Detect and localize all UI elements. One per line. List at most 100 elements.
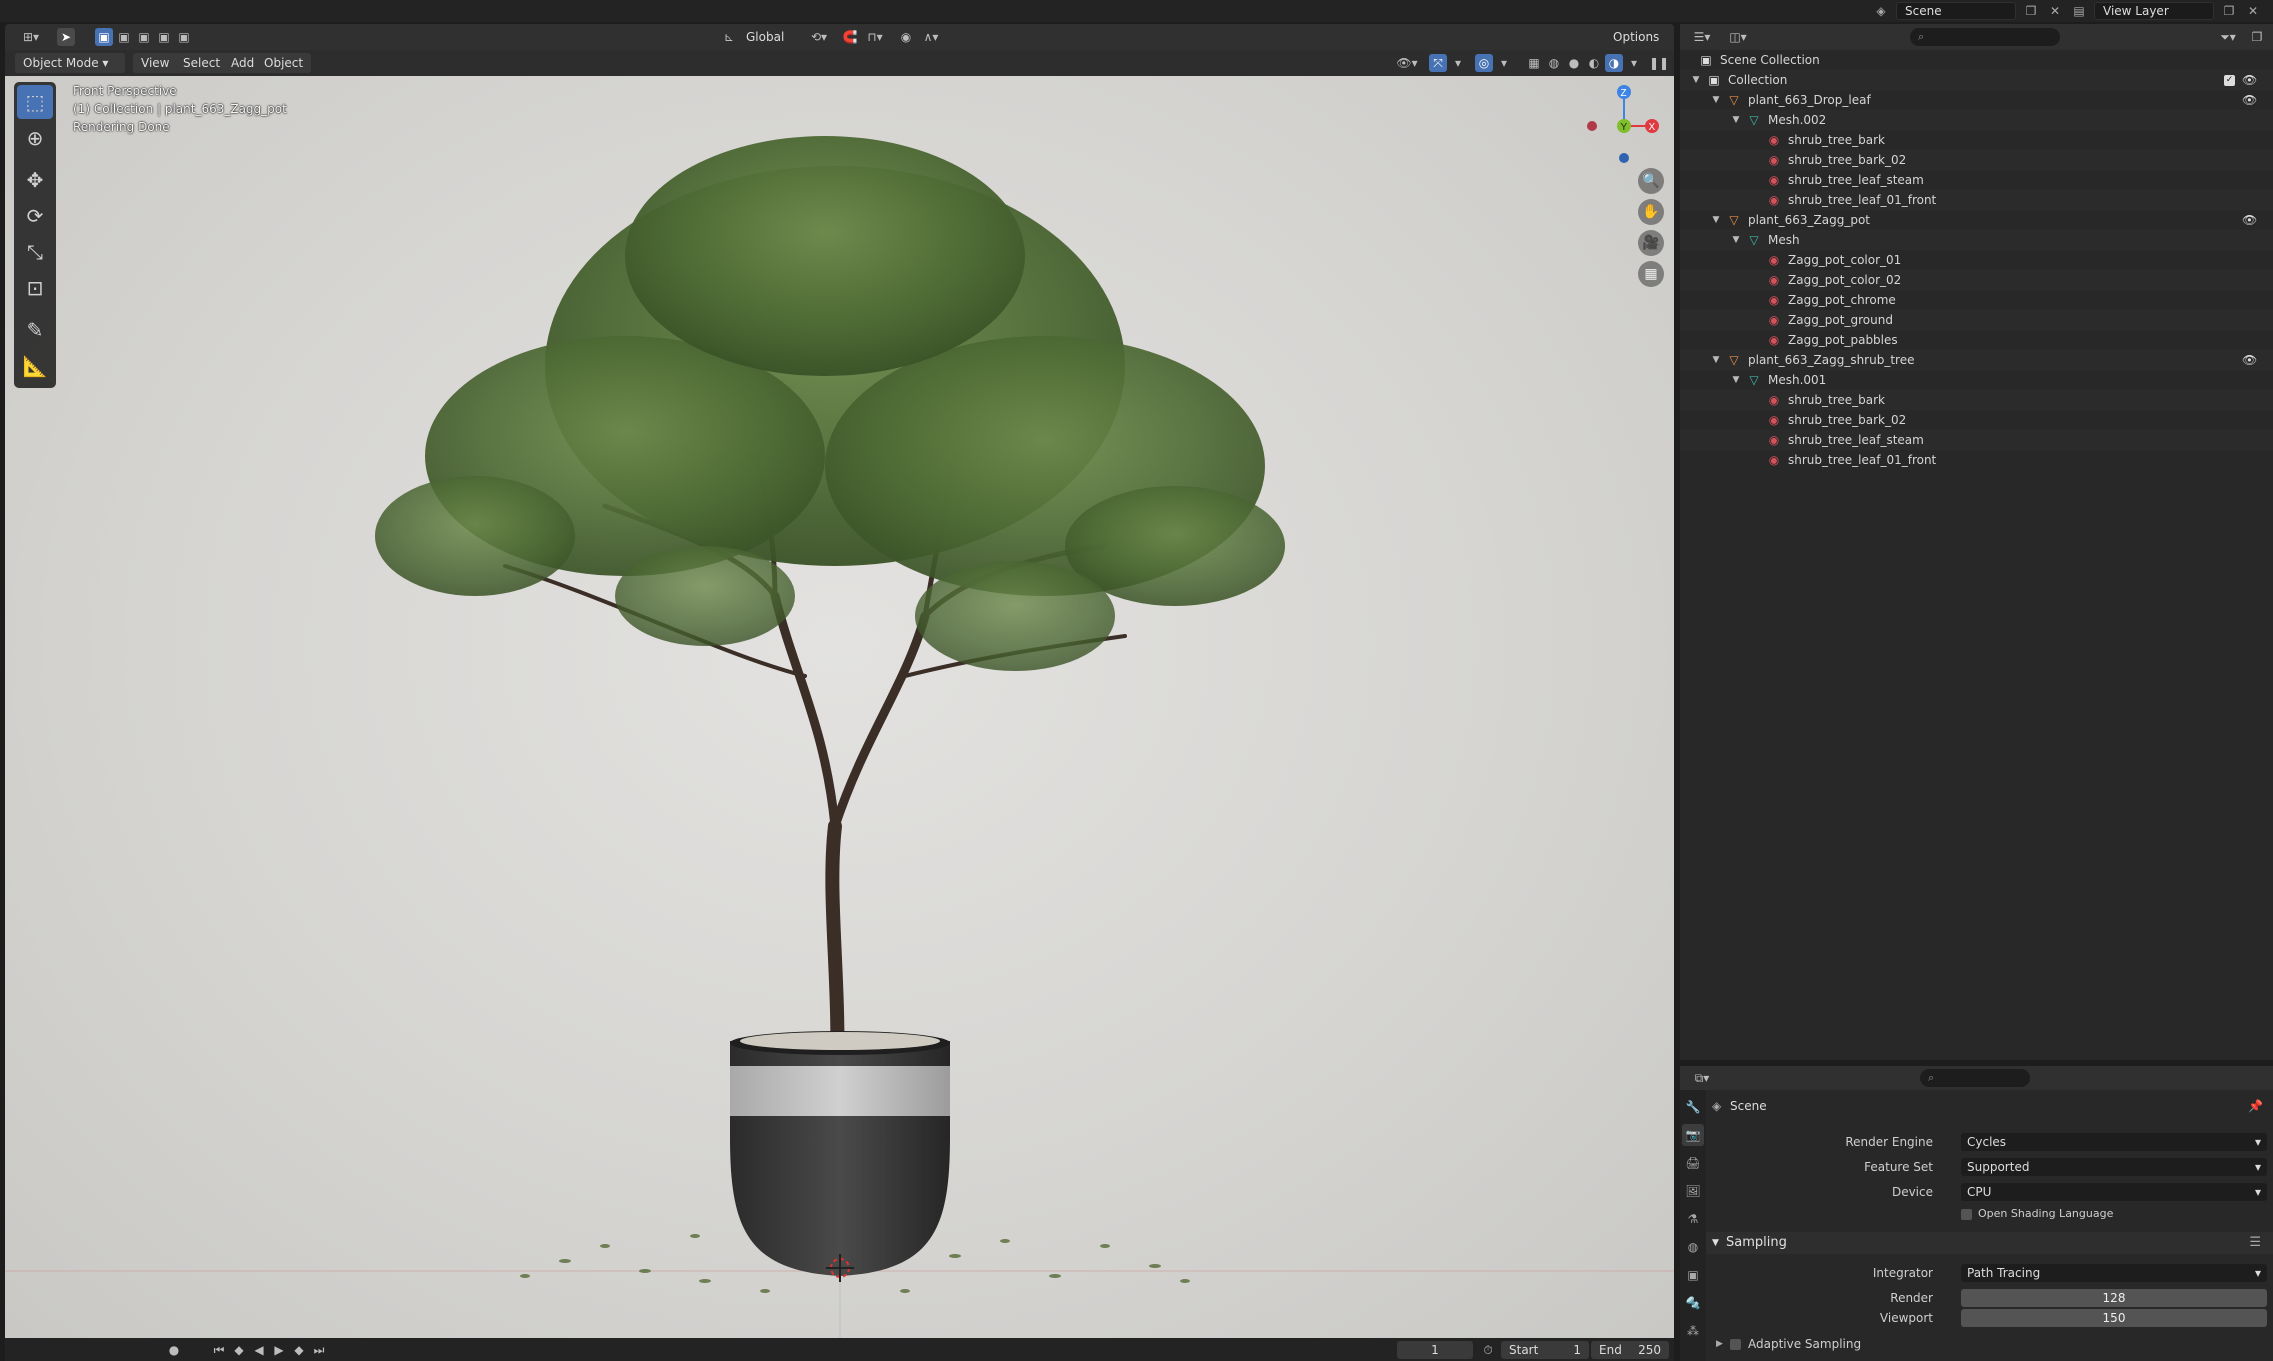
- new-view-layer-icon[interactable]: ❐: [2220, 2, 2238, 20]
- scale-tool-icon[interactable]: ⤡: [17, 235, 53, 269]
- display-mode-icon[interactable]: ◫▾: [1724, 28, 1752, 46]
- pivot-point-icon[interactable]: ⟲▾: [805, 28, 833, 46]
- device-dropdown[interactable]: CPU ▾: [1961, 1183, 2267, 1201]
- play-icon[interactable]: ▶: [270, 1341, 288, 1359]
- wireframe-shading-icon[interactable]: ◍: [1545, 54, 1563, 72]
- expand-arrow-icon[interactable]: ▼: [1710, 350, 1722, 370]
- falloff-icon[interactable]: ∧▾: [917, 28, 945, 46]
- snap-target-icon[interactable]: ⊓▾: [861, 28, 889, 46]
- visibility-eye-icon[interactable]: 👁: [2242, 70, 2257, 90]
- new-scene-icon[interactable]: ❐: [2022, 2, 2040, 20]
- transform-orientation-icon[interactable]: ⊾: [720, 28, 738, 46]
- expand-arrow-icon[interactable]: ▼: [1730, 110, 1742, 130]
- world-tab-icon[interactable]: ◍: [1682, 1236, 1704, 1258]
- integrator-dropdown[interactable]: Path Tracing ▾: [1961, 1264, 2267, 1282]
- output-tab-icon[interactable]: 🖨: [1682, 1152, 1704, 1174]
- sampling-section-header[interactable]: ▼ Sampling ☰: [1706, 1232, 2273, 1254]
- outliner-row-material[interactable]: ◉ Zagg_pot_ground: [1680, 310, 2273, 330]
- render-tab-icon[interactable]: 📷: [1682, 1124, 1704, 1146]
- rotate-tool-icon[interactable]: ⟳: [17, 199, 53, 233]
- navigation-gizmo[interactable]: Z Y X: [1572, 80, 1662, 170]
- scene-icon[interactable]: ◈: [1872, 2, 1890, 20]
- outliner-row-material[interactable]: ◉ Zagg_pot_color_02: [1680, 270, 2273, 290]
- render-engine-dropdown[interactable]: Cycles ▾: [1961, 1133, 2267, 1151]
- outliner-row-mesh[interactable]: ▼ ▽ Mesh: [1680, 230, 2273, 250]
- outliner-search-input[interactable]: ⌕: [1910, 28, 2060, 46]
- pin-icon[interactable]: 📌: [2248, 1096, 2263, 1116]
- gizmo-dropdown-icon[interactable]: ▾: [1449, 54, 1467, 72]
- gizmo-toggle-icon[interactable]: ⤧: [1429, 54, 1447, 72]
- properties-editor-type-icon[interactable]: ⧉▾: [1688, 1069, 1716, 1087]
- pan-hand-icon[interactable]: ✋: [1638, 199, 1664, 225]
- camera-view-icon[interactable]: 🎥: [1638, 230, 1664, 256]
- select-tool-icon[interactable]: ➤: [57, 28, 75, 46]
- select-box-tool-icon[interactable]: ⬚: [17, 85, 53, 119]
- feature-set-dropdown[interactable]: Supported ▾: [1961, 1158, 2267, 1176]
- outliner-row-scene-collection[interactable]: ▣ Scene Collection: [1680, 50, 2273, 70]
- outliner-row-material[interactable]: ◉ Zagg_pot_pabbles: [1680, 330, 2273, 350]
- outliner-row-material[interactable]: ◉ shrub_tree_bark_02: [1680, 410, 2273, 430]
- viewport-samples-field[interactable]: 150: [1961, 1309, 2267, 1327]
- outliner-row-material[interactable]: ◉ Zagg_pot_chrome: [1680, 290, 2273, 310]
- osl-checkbox[interactable]: [1961, 1209, 1972, 1220]
- outliner-editor-type-icon[interactable]: ☰▾: [1688, 28, 1716, 46]
- xray-icon[interactable]: ▦: [1525, 54, 1543, 72]
- view-layer-icon[interactable]: ▤: [2070, 2, 2088, 20]
- properties-search-input[interactable]: ⌕: [1920, 1069, 2030, 1087]
- 3d-viewport[interactable]: Front Perspective (1) Collection | plant…: [5, 76, 1674, 1338]
- shading-dropdown-icon[interactable]: ▾: [1625, 54, 1643, 72]
- outliner-row-mesh[interactable]: ▼ ▽ Mesh.001: [1680, 370, 2273, 390]
- outliner-row-object[interactable]: ▼ ▽ plant_663_Zagg_shrub_tree 👁: [1680, 350, 2273, 370]
- particles-tab-icon[interactable]: ⁂: [1682, 1320, 1704, 1342]
- visibility-eye-icon[interactable]: 👁: [2242, 350, 2257, 370]
- outliner-row-material[interactable]: ◉ shrub_tree_leaf_01_front: [1680, 450, 2273, 470]
- outliner-row-material[interactable]: ◉ shrub_tree_bark: [1680, 390, 2273, 410]
- select-subtract-icon[interactable]: ▣: [135, 28, 153, 46]
- delete-scene-icon[interactable]: ✕: [2046, 2, 2064, 20]
- measure-tool-icon[interactable]: 📐: [17, 349, 53, 383]
- end-frame-field[interactable]: End 250: [1591, 1341, 1669, 1359]
- visibility-eye-icon[interactable]: 👁: [2242, 90, 2257, 110]
- include-checkbox[interactable]: ✓: [2224, 75, 2235, 86]
- proportional-edit-icon[interactable]: ◉: [897, 28, 915, 46]
- outliner-row-collection[interactable]: ▼ ▣ Collection ✓ 👁: [1680, 70, 2273, 90]
- outliner-row-mesh[interactable]: ▼ ▽ Mesh.002: [1680, 110, 2273, 130]
- scene-tab-icon[interactable]: ⚗: [1682, 1208, 1704, 1230]
- jump-start-icon[interactable]: ⏮: [210, 1341, 228, 1359]
- adaptive-sampling-checkbox[interactable]: [1730, 1339, 1741, 1350]
- outliner-row-material[interactable]: ◉ shrub_tree_bark: [1680, 130, 2273, 150]
- menu-object[interactable]: Object: [256, 53, 312, 73]
- material-preview-icon[interactable]: ◐: [1585, 54, 1603, 72]
- jump-end-icon[interactable]: ⏭: [310, 1341, 328, 1359]
- outliner-row-object[interactable]: ▼ ▽ plant_663_Zagg_pot 👁: [1680, 210, 2273, 230]
- view-layer-field[interactable]: View Layer: [2094, 2, 2214, 20]
- solid-shading-icon[interactable]: ●: [1565, 54, 1583, 72]
- stopwatch-icon[interactable]: ⏱: [1479, 1341, 1497, 1359]
- select-extend-icon[interactable]: ▣: [115, 28, 133, 46]
- select-intersect-icon[interactable]: ▣: [175, 28, 193, 46]
- adaptive-sampling-row[interactable]: ▶ Adaptive Sampling: [1706, 1334, 2273, 1354]
- visibility-filter-icon[interactable]: 👁▾: [1393, 54, 1421, 72]
- annotate-tool-icon[interactable]: ✎: [17, 313, 53, 347]
- mode-dropdown[interactable]: Object Mode ▾: [15, 53, 125, 73]
- outliner-row-material[interactable]: ◉ shrub_tree_bark_02: [1680, 150, 2273, 170]
- overlay-toggle-icon[interactable]: ◎: [1475, 54, 1493, 72]
- ortho-grid-icon[interactable]: ▦: [1638, 261, 1664, 287]
- expand-arrow-icon[interactable]: ▼: [1710, 90, 1722, 110]
- render-samples-field[interactable]: 128: [1961, 1289, 2267, 1307]
- scene-field[interactable]: Scene: [1896, 2, 2016, 20]
- outliner-row-material[interactable]: ◉ shrub_tree_leaf_steam: [1680, 430, 2273, 450]
- view-layer-tab-icon[interactable]: 🖼: [1682, 1180, 1704, 1202]
- visibility-eye-icon[interactable]: 👁: [2242, 210, 2257, 230]
- expand-arrow-icon[interactable]: ▼: [1710, 210, 1722, 230]
- modifier-tab-icon[interactable]: 🔩: [1682, 1292, 1704, 1314]
- move-tool-icon[interactable]: ✥: [17, 163, 53, 197]
- select-invert-icon[interactable]: ▣: [155, 28, 173, 46]
- transform-orientation-dropdown[interactable]: Global: [738, 27, 792, 47]
- start-frame-field[interactable]: Start 1: [1501, 1341, 1589, 1359]
- play-reverse-icon[interactable]: ◀: [250, 1341, 268, 1359]
- object-tab-icon[interactable]: ▣: [1682, 1264, 1704, 1286]
- tool-tab-icon[interactable]: 🔧: [1682, 1096, 1704, 1118]
- editor-type-icon[interactable]: ⊞▾: [17, 28, 45, 46]
- outliner-row-material[interactable]: ◉ Zagg_pot_color_01: [1680, 250, 2273, 270]
